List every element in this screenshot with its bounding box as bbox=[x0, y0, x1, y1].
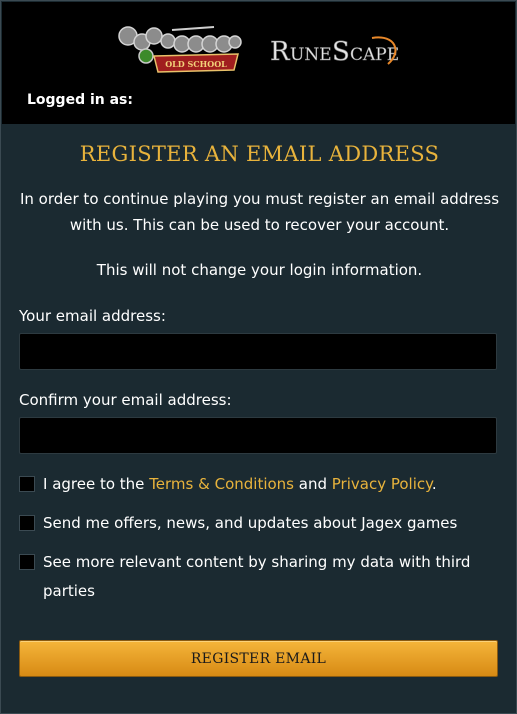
svg-text:S: S bbox=[332, 37, 350, 67]
terms-checkbox[interactable] bbox=[19, 476, 35, 492]
svg-text:OLD SCHOOL: OLD SCHOOL bbox=[165, 59, 227, 69]
svg-text:UNE: UNE bbox=[290, 45, 332, 65]
privacy-link[interactable]: Privacy Policy bbox=[332, 475, 432, 493]
page-title: REGISTER AN EMAIL ADDRESS bbox=[79, 142, 440, 166]
register-email-panel: OLD SCHOOL R UNE S CAPE Logged in as: RE… bbox=[0, 0, 517, 714]
osrs-logo: OLD SCHOOL bbox=[118, 26, 242, 73]
svg-text:CAPE: CAPE bbox=[350, 45, 399, 65]
data-sharing-checkbox[interactable] bbox=[19, 554, 35, 570]
logged-in-label: Logged in as: bbox=[27, 92, 133, 108]
register-email-button[interactable]: REGISTER EMAIL bbox=[19, 640, 498, 677]
terms-checkbox-label: I agree to the Terms & Conditions and Pr… bbox=[43, 470, 437, 499]
terms-suffix: . bbox=[431, 475, 437, 493]
terms-and: and bbox=[294, 475, 332, 493]
terms-prefix: I agree to the bbox=[43, 475, 150, 493]
confirm-email-label: Confirm your email address: bbox=[19, 391, 232, 409]
notice-text: This will not change your login informat… bbox=[96, 261, 423, 279]
terms-link[interactable]: Terms & Conditions bbox=[149, 475, 294, 493]
email-label: Your email address: bbox=[19, 307, 166, 325]
confirm-email-field[interactable] bbox=[19, 417, 497, 454]
intro-text: In order to continue playing you must re… bbox=[19, 190, 500, 234]
runescape-logo: R UNE S CAPE bbox=[270, 36, 399, 67]
svg-text:R: R bbox=[270, 37, 291, 67]
offers-checkbox-label: Send me offers, news, and updates about … bbox=[43, 514, 458, 532]
offers-checkbox[interactable] bbox=[19, 515, 35, 531]
email-field[interactable] bbox=[19, 333, 497, 370]
header-bar: OLD SCHOOL R UNE S CAPE Logged in as: bbox=[2, 2, 515, 124]
data-sharing-checkbox-label: See more relevant content by sharing my … bbox=[43, 553, 471, 600]
